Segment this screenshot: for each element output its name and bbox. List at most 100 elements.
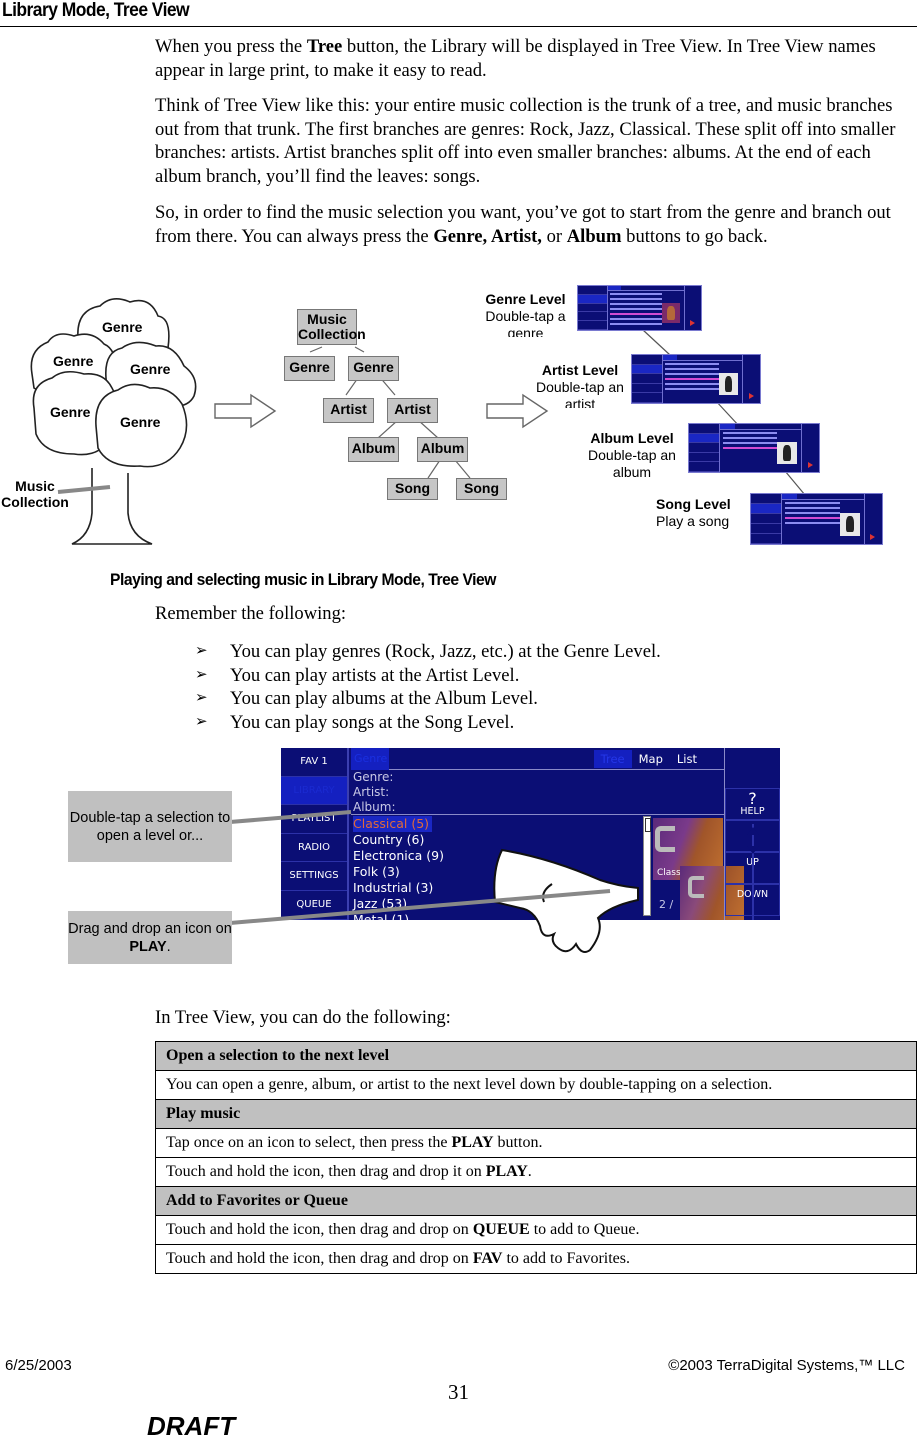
bold-tree: Tree <box>306 36 343 57</box>
arrow-bullet-icon: ➢ <box>195 690 208 706</box>
table-section-header: Play music <box>155 1099 917 1129</box>
album-level-screenshot <box>688 423 820 473</box>
table-row: Touch and hold the icon, then drag and d… <box>155 1215 917 1245</box>
genre-level-screenshot <box>577 285 702 331</box>
table-cell: Touch and hold the icon, then drag and d… <box>155 1244 917 1274</box>
tree-leaf-label: Genre <box>130 361 171 377</box>
intro-paragraph-2: Think of Tree View like this: your entir… <box>155 95 896 187</box>
remember-lead: Remember the following: <box>155 603 347 624</box>
trunk-label: Music Collection <box>1 478 69 510</box>
tree-leaf-label: Genre <box>53 353 94 369</box>
table-cell: Touch and hold the icon, then drag and d… <box>155 1215 917 1245</box>
help-label: HELP <box>740 806 765 817</box>
table-cell: You can open a genre, album, or artist t… <box>155 1070 917 1100</box>
text: Play music <box>166 1104 241 1122</box>
table-cell: Play music <box>155 1099 917 1129</box>
table-row: Touch and hold the icon, then drag and d… <box>155 1157 917 1187</box>
node-genre: Genre <box>284 356 335 381</box>
page-indicator: 2 / <box>659 898 674 911</box>
text: buttons to go back. <box>621 225 768 247</box>
node-album: Album <box>417 437 468 462</box>
bold-text: PLAY <box>485 1162 528 1180</box>
artist-level-screenshot <box>631 354 761 404</box>
tree-leaf-label: Genre <box>102 319 143 335</box>
node-song: Song <box>456 478 507 500</box>
down-button[interactable]: DOWN <box>725 846 780 900</box>
table-cell: Add to Favorites or Queue <box>155 1186 917 1216</box>
nav-fav1-button[interactable]: FAV 1 <box>281 748 347 777</box>
crumb-genre[interactable]: Genre: <box>353 770 396 785</box>
bullet-text: You can play genres (Rock, Jazz, etc.) a… <box>230 641 661 662</box>
tab-tree[interactable]: Tree <box>593 750 632 768</box>
help-button[interactable]: ? HELP <box>725 788 780 820</box>
bold-text: FAV <box>472 1249 503 1267</box>
heading-rule <box>0 26 917 27</box>
text: button. <box>493 1133 543 1151</box>
crumb-artist[interactable]: Artist: <box>353 785 396 800</box>
tab-map[interactable]: Map <box>632 750 670 768</box>
callout-drag-drop: Drag and drop an icon on PLAY. <box>68 911 232 964</box>
text: Touch and hold the icon, then drag and d… <box>166 1220 473 1238</box>
table-row: Tap once on an icon to select, then pres… <box>155 1128 917 1158</box>
bullet-item: ➢ You can play albums at the Album Level. <box>195 687 661 711</box>
scrollbar[interactable] <box>643 816 651 916</box>
table-row: Touch and hold the icon, then drag and d… <box>155 1244 917 1274</box>
bullet-text: You can play artists at the Artist Level… <box>230 664 520 686</box>
callout-double-tap: Double-tap a selection to open a level o… <box>68 791 232 862</box>
table-cell: Open a selection to the next level <box>155 1041 917 1071</box>
text: . <box>527 1162 532 1180</box>
tree-leaf-label: Genre <box>120 414 161 430</box>
page-number: 31 <box>448 1380 469 1404</box>
bullet-text: You can play songs at the Song Level. <box>230 711 515 733</box>
tree-trunk <box>71 468 153 545</box>
bullet-item: ➢ You can play genres (Rock, Jazz, etc.) … <box>195 640 661 664</box>
table-cell: Tap once on an icon to select, then pres… <box>155 1128 917 1158</box>
level-label-genre: Genre Level Double-tap a genre <box>478 291 573 337</box>
nav-label: LIBRARY <box>293 784 335 796</box>
footer-date: 6/25/2003 <box>5 1357 72 1374</box>
arrow-bullet-icon: ➢ <box>195 666 208 683</box>
node-music-collection: Music Collection <box>297 309 366 345</box>
table-section-header: Add to Favorites or Queue <box>155 1186 917 1216</box>
page-heading: Library Mode, Tree View <box>2 0 190 21</box>
node-song: Song <box>387 478 438 500</box>
node-artist: Artist <box>323 398 374 423</box>
actions-table: Open a selection to the next level You ca… <box>155 1041 917 1274</box>
bullet-text: You can play albums at the Album Level. <box>230 688 538 709</box>
help-icon: ? <box>748 789 757 808</box>
tree-leaf-label: Genre <box>50 404 91 420</box>
node-genre: Genre <box>348 356 399 381</box>
callout-text: Drag and drop an icon on PLAY. <box>68 920 232 956</box>
tab-list[interactable]: List <box>670 750 704 768</box>
section-heading-playing: Playing and selecting music in Library M… <box>110 570 496 589</box>
bold-genre-artist: Genre, Artist, <box>433 225 542 247</box>
text: or <box>541 225 567 247</box>
text: Open a selection to the next level <box>166 1046 390 1064</box>
view-tabs: Tree Map List <box>593 750 704 768</box>
text: Touch and hold the icon, then drag and d… <box>166 1162 486 1180</box>
callout-pointer-lines <box>229 810 611 925</box>
text: When you press the <box>155 36 307 57</box>
nav-library-button[interactable]: LIBRARY <box>281 776 347 806</box>
node-album: Album <box>348 437 399 462</box>
text: Drag and drop an icon on <box>68 920 232 937</box>
tab-genre[interactable]: Genre <box>351 748 389 770</box>
table-section-header: Open a selection to the next level <box>155 1041 917 1071</box>
genre-logo-icon <box>688 876 704 898</box>
level-title: Genre Level <box>485 291 566 307</box>
text: Add to Favorites or Queue <box>166 1191 348 1209</box>
table-row: You can open a genre, album, or artist t… <box>155 1070 917 1100</box>
table-cell: Touch and hold the icon, then drag and d… <box>155 1157 917 1187</box>
bold-text: QUEUE <box>472 1220 530 1238</box>
draft-watermark: DRAFT <box>147 1411 236 1440</box>
intro-paragraph-1: When you press the Tree button, the Libr… <box>155 35 910 82</box>
level-desc: Double-tap a genre <box>485 308 566 337</box>
arrow-bullet-icon: ➢ <box>195 713 208 730</box>
play-button[interactable]: PLAY <box>725 884 780 920</box>
tree-view-lead: In Tree View, you can do the following: <box>155 1007 451 1028</box>
text: to add to Queue. <box>529 1220 640 1238</box>
arrow-bullet-icon: ➢ <box>195 643 208 659</box>
bullet-item: ➢ You can play artists at the Artist Leve… <box>195 664 661 688</box>
text: . <box>166 938 171 955</box>
genre-logo-icon <box>655 826 675 852</box>
